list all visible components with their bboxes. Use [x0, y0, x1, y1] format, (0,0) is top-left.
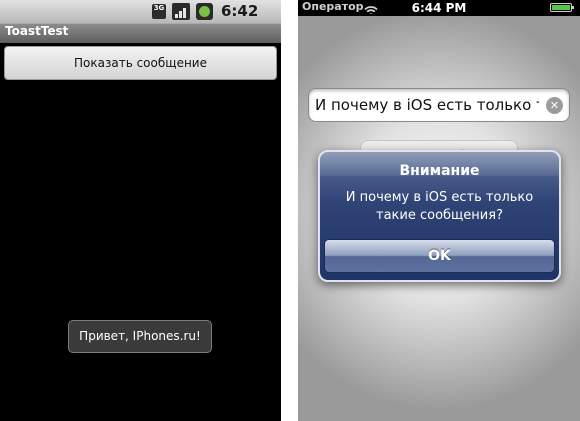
- message-text-field[interactable]: И почему в iOS есть только т... ✕: [308, 88, 570, 122]
- alert-dialog: Внимание И почему в iOS есть только таки…: [318, 150, 561, 282]
- android-title-bar: ToastTest: [0, 23, 281, 43]
- android-clock: 6:42 PM: [221, 2, 259, 39]
- android-screen: 3G 6:42 PM ToastTest Показать сообщение …: [0, 0, 281, 421]
- toast-message: Привет, IPhones.ru!: [68, 320, 212, 353]
- ios-screen: Оператор 6:44 PM И почему в iOS есть тол…: [298, 0, 580, 421]
- alert-ok-button[interactable]: OK: [324, 239, 555, 273]
- signal-icon: [172, 3, 190, 20]
- network-3g-icon: 3G: [152, 4, 166, 19]
- alert-title: Внимание: [399, 163, 480, 179]
- ios-status-bar: Оператор 6:44 PM: [298, 0, 580, 16]
- ios-clock: 6:44 PM: [411, 1, 467, 15]
- battery-icon: [196, 3, 213, 20]
- alert-message: И почему в iOS есть только такие сообщен…: [345, 190, 534, 223]
- app-title: ToastTest: [5, 24, 69, 38]
- android-status-bar: 3G 6:42 PM: [0, 0, 281, 39]
- show-message-button[interactable]: Показать сообщение: [4, 46, 277, 80]
- text-field-value: И почему в iOS есть только т...: [315, 96, 539, 114]
- battery-icon: [550, 3, 574, 12]
- clear-icon[interactable]: ✕: [546, 97, 563, 114]
